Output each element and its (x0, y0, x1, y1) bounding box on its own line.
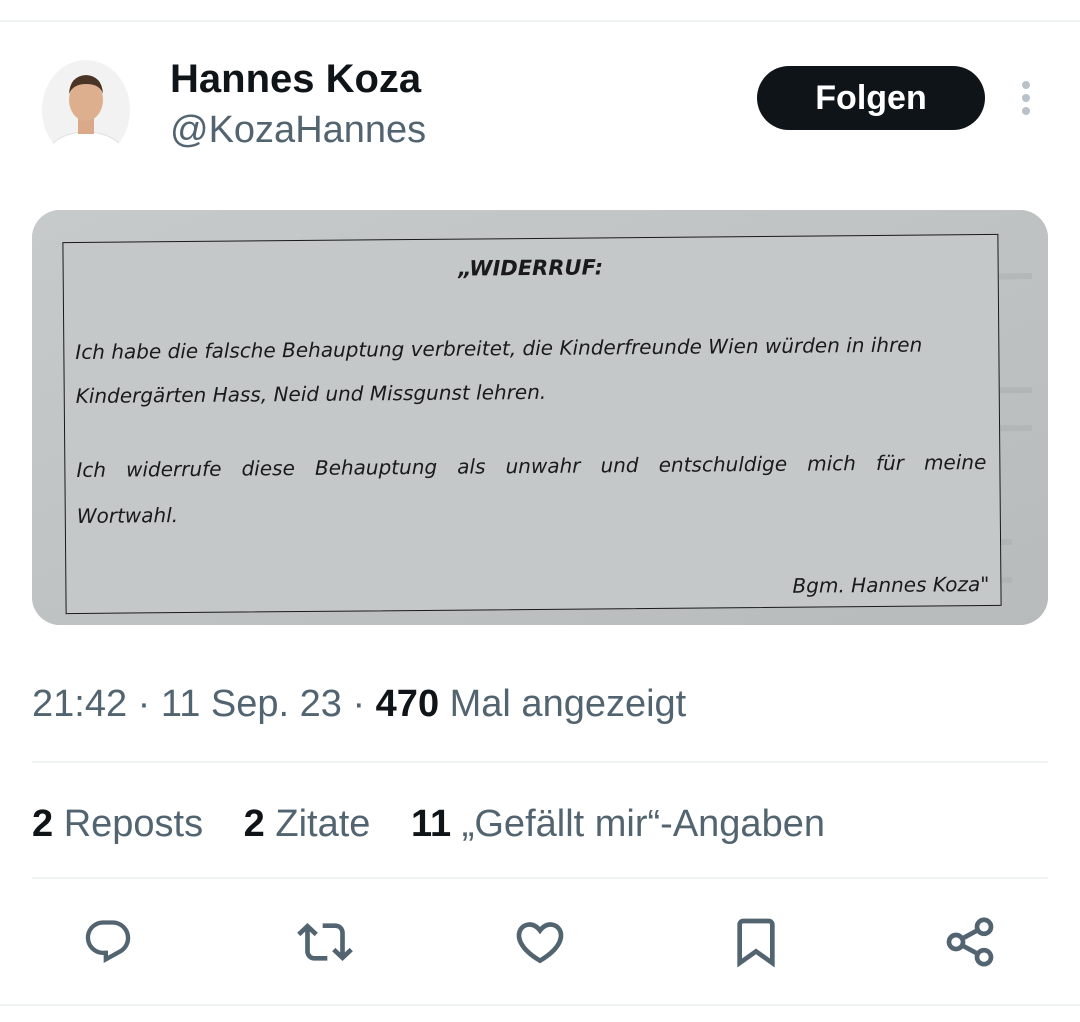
follow-button[interactable]: Folgen (757, 66, 985, 130)
tweet-image[interactable]: „WIDERRUF: Ich habe die falsche Behauptu… (32, 210, 1048, 625)
divider (32, 761, 1048, 763)
bottom-divider (0, 1004, 1080, 1006)
more-options-button[interactable] (1008, 76, 1044, 120)
views-label: Mal angezeigt (449, 683, 687, 725)
like-button[interactable] (512, 914, 568, 970)
divider (32, 877, 1048, 879)
reply-icon (85, 920, 131, 964)
quotes-count: 2 (243, 803, 265, 845)
views-count: 470 (375, 683, 440, 725)
engagement-stats: 2 Reposts 2 Zitate 11 „Gefällt mir“-Anga… (32, 800, 855, 848)
quotes-label: Zitate (275, 803, 371, 845)
likes-stat[interactable]: 11 „Gefällt mir“-Angaben (411, 803, 825, 845)
share-button[interactable] (942, 914, 998, 970)
reposts-label: Reposts (63, 803, 204, 845)
tweet-date[interactable]: 11 Sep. 23 (161, 683, 342, 725)
tweet-time[interactable]: 21:42 (32, 683, 127, 725)
display-name[interactable]: Hannes Koza (170, 56, 421, 102)
document-frame (62, 233, 1002, 615)
likes-count: 11 (410, 803, 452, 845)
top-divider (0, 20, 1080, 22)
tweet-meta: 21:42 · 11 Sep. 23 · 470 Mal angezeigt (32, 680, 686, 728)
repost-icon (297, 923, 353, 961)
like-icon (516, 922, 564, 964)
avatar-image (42, 60, 130, 160)
reply-button[interactable] (80, 914, 136, 970)
reposts-count: 2 (32, 803, 54, 845)
avatar[interactable] (42, 60, 130, 160)
quotes-stat[interactable]: 2 Zitate (244, 803, 371, 845)
retraction-document: „WIDERRUF: Ich habe die falsche Behauptu… (62, 233, 1002, 615)
more-vertical-icon (1022, 81, 1030, 115)
bookmark-button[interactable] (728, 914, 784, 970)
meta-separator: · (137, 683, 151, 725)
meta-separator: · (352, 683, 366, 725)
document-signature: Bgm. Hannes Koza" (792, 572, 990, 598)
bookmark-icon (737, 918, 775, 968)
reposts-stat[interactable]: 2 Reposts (32, 803, 203, 845)
share-icon (946, 917, 994, 967)
likes-label: „Gefällt mir“-Angaben (461, 803, 825, 845)
user-handle[interactable]: @KozaHannes (170, 108, 426, 152)
repost-button[interactable] (297, 914, 353, 970)
